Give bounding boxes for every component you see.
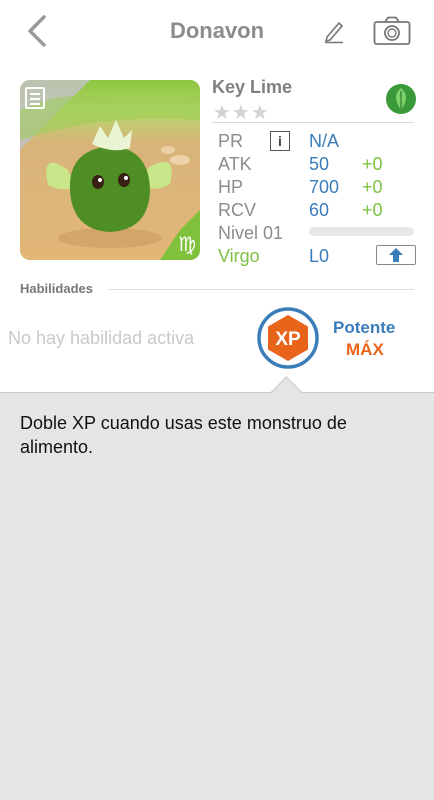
atk-bonus: +0: [362, 154, 383, 174]
rcv-value: 60: [309, 200, 330, 220]
arrow-up-icon: [389, 248, 403, 262]
monster-portrait[interactable]: ♍: [20, 80, 200, 260]
xp-label: XP: [275, 329, 301, 350]
zodiac-label: Virgo: [218, 246, 260, 266]
top-bar: Donavon: [0, 0, 434, 63]
no-skill-text: No hay habilidad activa: [8, 328, 195, 348]
hp-value: 700: [309, 177, 340, 197]
key-lime-illustration: [20, 80, 200, 260]
page-title: Donavon: [169, 18, 265, 43]
level-label: Nivel 01: [218, 223, 284, 243]
zodiac-badge: ♍: [178, 232, 196, 256]
divider: [212, 122, 414, 123]
monster-name: Key Lime: [212, 77, 293, 97]
limit-value: L0: [309, 246, 330, 266]
level-up-button[interactable]: [376, 245, 416, 265]
level-progress-bar: [309, 227, 414, 236]
awakening-potente: Potente: [333, 318, 396, 337]
info-icon[interactable]: i: [270, 131, 290, 151]
pr-label: PR: [218, 131, 244, 151]
awakening-max: MÁX: [346, 340, 384, 359]
atk-value: 50: [309, 154, 330, 174]
skills-divider: [108, 289, 414, 290]
leaf-icon: [386, 84, 416, 114]
xp-badge-icon[interactable]: XP: [257, 307, 319, 369]
atk-label: ATK: [218, 154, 252, 174]
monster-card: ♍ Key Lime ★★★ PR i N/A ATK 50 +0 HP 700…: [0, 62, 434, 392]
rcv-bonus: +0: [362, 200, 383, 220]
camera-icon[interactable]: [373, 16, 411, 46]
hp-label: HP: [218, 177, 244, 197]
pr-value: N/A: [309, 131, 340, 151]
panel-divider: [0, 392, 434, 393]
pencil-icon[interactable]: [322, 18, 346, 44]
skills-title: Habilidades: [20, 281, 93, 296]
rcv-label: RCV: [218, 200, 257, 220]
hp-bonus: +0: [362, 177, 383, 197]
skill-description: Doble XP cuando usas este monstruo de al…: [20, 413, 347, 457]
